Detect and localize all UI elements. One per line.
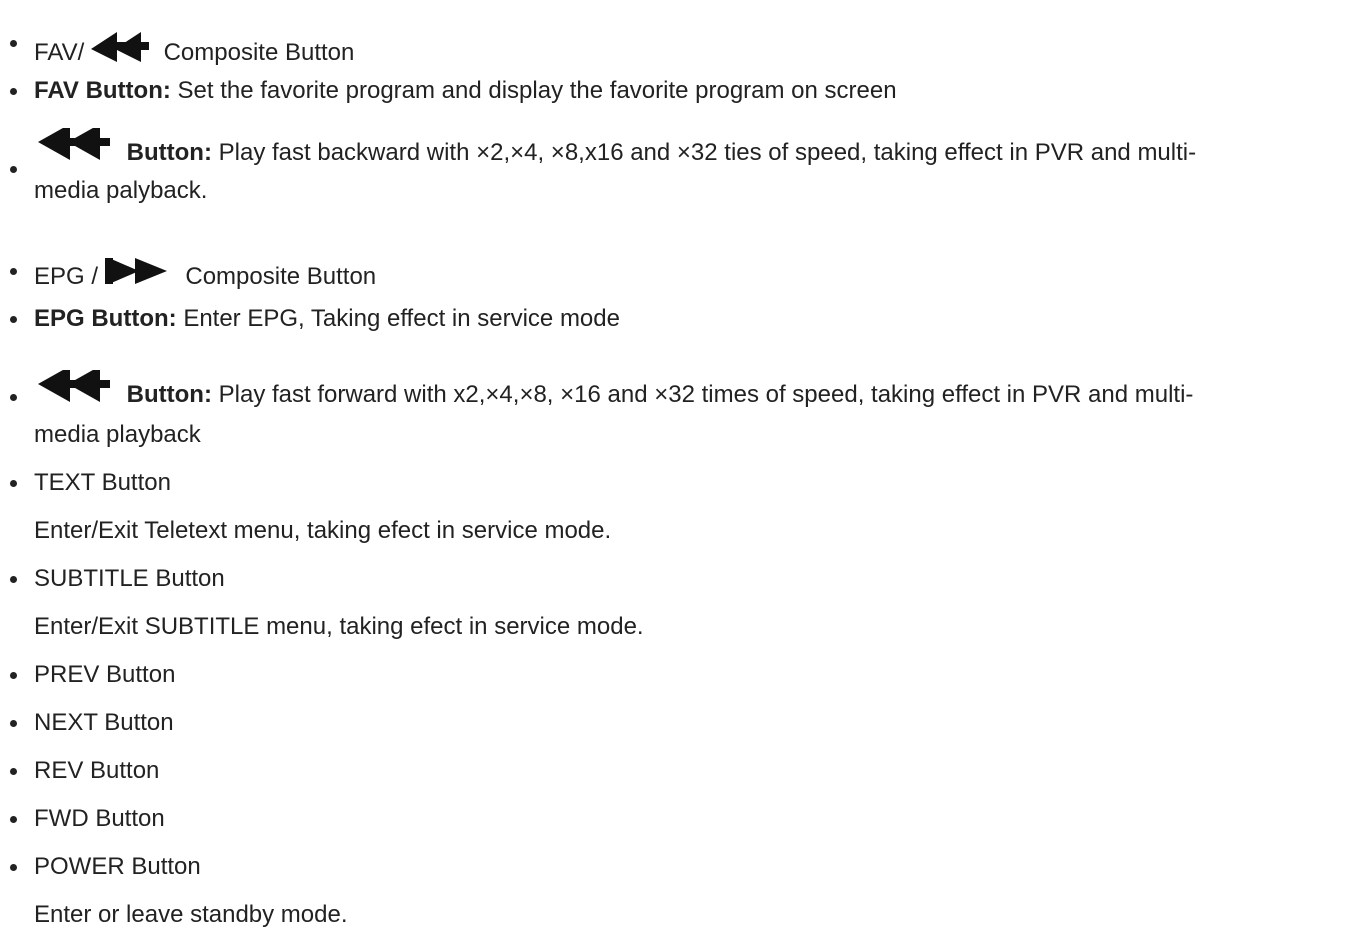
item-bold-label: EPG Button: bbox=[34, 305, 177, 332]
rewind-icon bbox=[38, 370, 110, 410]
item-line: FWD Button bbox=[34, 805, 165, 832]
item-continuation: media palyback. bbox=[34, 177, 208, 204]
bullet bbox=[10, 40, 17, 47]
bullet bbox=[10, 480, 17, 487]
bullet bbox=[10, 88, 17, 95]
bullet bbox=[10, 672, 17, 679]
bullet bbox=[10, 576, 17, 583]
item-text: Play fast backward with ×2,×4, ×8,x16 an… bbox=[218, 139, 1197, 166]
item-line: Button: Play fast forward with x2,×4,×8,… bbox=[38, 370, 1193, 410]
item-line: FAV/ Composite Button bbox=[34, 28, 354, 68]
bullet bbox=[10, 316, 17, 323]
item-line: POWER Button bbox=[34, 853, 201, 880]
document-page: FAV/ Composite Button FAV Button: Set th… bbox=[0, 0, 1345, 928]
item-line: NEXT Button bbox=[34, 709, 174, 736]
bullet bbox=[10, 816, 17, 823]
item-continuation: Enter/Exit Teletext menu, taking efect i… bbox=[34, 517, 612, 544]
item-bold-label: Button: bbox=[126, 381, 212, 408]
item-bold-label: FAV Button: bbox=[34, 77, 171, 104]
item-line: EPG Button: Enter EPG, Taking effect in … bbox=[34, 304, 620, 334]
rewind-icon bbox=[90, 28, 149, 62]
item-line: Button: Play fast backward with ×2,×4, ×… bbox=[38, 128, 1196, 168]
bullet bbox=[10, 720, 17, 727]
bullet bbox=[10, 268, 17, 275]
fast-forward-icon bbox=[104, 254, 173, 286]
item-continuation: Enter/Exit SUBTITLE menu, taking efect i… bbox=[34, 613, 644, 640]
item-bold-label: Button: bbox=[126, 139, 212, 166]
bullet bbox=[10, 394, 17, 401]
item-text: Play fast forward with x2,×4,×8, ×16 and… bbox=[218, 381, 1194, 408]
item-prefix: EPG / bbox=[34, 263, 99, 290]
bullet bbox=[10, 768, 17, 775]
item-line: REV Button bbox=[34, 757, 160, 784]
item-prefix: FAV/ bbox=[34, 39, 85, 66]
bullet bbox=[10, 166, 17, 173]
item-text: Enter EPG, Taking effect in service mode bbox=[183, 305, 620, 332]
item-continuation: media playback bbox=[34, 421, 201, 448]
item-line: PREV Button bbox=[34, 661, 176, 688]
item-line: TEXT Button bbox=[34, 469, 171, 496]
item-suffix: Composite Button bbox=[185, 263, 377, 290]
item-text: Set the favorite program and display the… bbox=[177, 77, 897, 104]
rewind-icon bbox=[38, 128, 110, 168]
bullet bbox=[10, 864, 17, 871]
item-line: SUBTITLE Button bbox=[34, 565, 225, 592]
item-line: FAV Button: Set the favorite program and… bbox=[34, 76, 897, 106]
item-line: EPG / Composite Button bbox=[34, 254, 376, 292]
item-suffix: Composite Button bbox=[163, 39, 355, 66]
